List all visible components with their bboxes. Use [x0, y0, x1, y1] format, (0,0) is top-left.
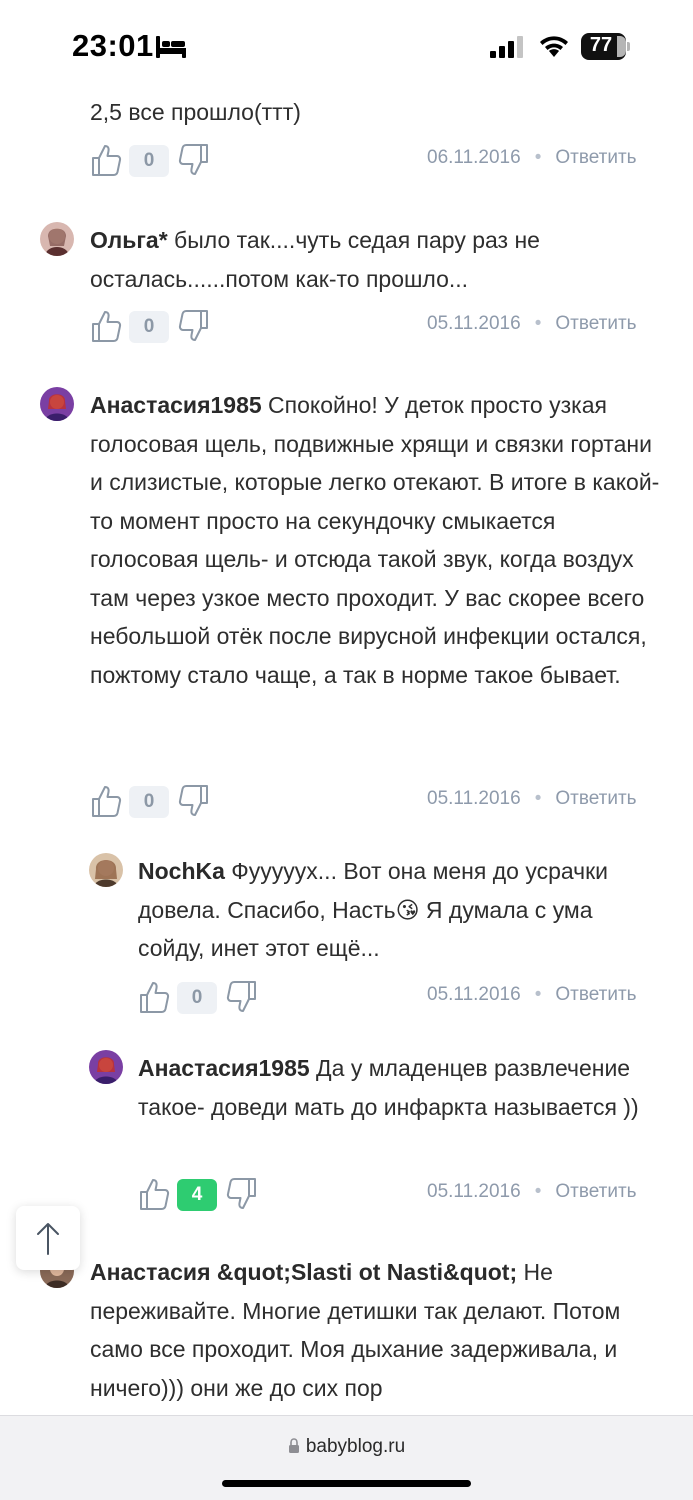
comment-date: 05.11.2016 [427, 984, 521, 1005]
status-bar: 23:01 77 [0, 0, 693, 96]
comment-text: NochKa Фууууух... Вот она меня до усрачк… [138, 852, 658, 968]
comment-text: 2,5 все прошло(ттт) [90, 93, 660, 132]
comment-meta: 06.11.2016 • Ответить [427, 147, 637, 169]
meta-separator: • [534, 1181, 542, 1202]
comment-actions: 4 05.11.2016 • Ответить [138, 1177, 660, 1217]
status-time: 23:01 [72, 28, 154, 63]
comment-meta: 05.11.2016 • Ответить [427, 1181, 637, 1203]
signal-icon [490, 36, 526, 63]
reply-link[interactable]: Ответить [555, 313, 636, 334]
comment-author[interactable]: Ольга* [90, 227, 168, 253]
comments-feed: 2,5 все прошло(ттт) 0 06.11.2016 • Ответит… [0, 0, 693, 1415]
comment-author[interactable]: NochKa [138, 858, 225, 884]
reply-link[interactable]: Ответить [555, 788, 636, 809]
comment-text: Ольга* было так....чуть седая пару раз н… [90, 221, 660, 298]
vote-score: 0 [129, 145, 169, 177]
comment-author[interactable]: Анастасия1985 [90, 392, 262, 418]
meta-separator: • [534, 984, 542, 1005]
comment-text: Анастасия1985 Спокойно! У деток просто у… [90, 386, 660, 694]
address-bar[interactable]: babyblog.ru [0, 1436, 693, 1460]
lock-icon [288, 1438, 300, 1460]
browser-bottom-bar: babyblog.ru [0, 1415, 693, 1500]
thumbs-down-icon[interactable] [178, 784, 212, 820]
meta-separator: • [534, 788, 542, 809]
comment-date: 05.11.2016 [427, 788, 521, 809]
avatar[interactable] [40, 222, 74, 256]
wifi-icon [537, 33, 571, 64]
comment-body: Спокойно! У деток просто узкая голосовая… [90, 392, 660, 688]
comment-date: 06.11.2016 [427, 147, 521, 168]
thumbs-up-icon[interactable] [90, 143, 124, 179]
home-indicator[interactable] [222, 1480, 471, 1487]
reply-link[interactable]: Ответить [555, 147, 636, 168]
battery-indicator: 77 [581, 33, 630, 60]
thumbs-down-icon[interactable] [178, 309, 212, 345]
comment-text: Анастасия1985 Да у младенцев развлечение… [138, 1049, 658, 1126]
comment-author[interactable]: Анастасия &quot;Slasti ot Nasti&quot; [90, 1259, 517, 1285]
thumbs-down-icon[interactable] [226, 980, 260, 1016]
comment-author[interactable]: Анастасия1985 [138, 1055, 310, 1081]
vote-score: 4 [177, 1179, 217, 1211]
thumbs-up-icon[interactable] [90, 784, 124, 820]
avatar[interactable] [89, 1050, 123, 1084]
comment-actions: 0 06.11.2016 • Ответить [90, 143, 660, 183]
vote-score: 0 [129, 786, 169, 818]
thumbs-up-icon[interactable] [138, 980, 172, 1016]
comment-date: 05.11.2016 [427, 1181, 521, 1202]
avatar[interactable] [89, 853, 123, 887]
thumbs-down-icon[interactable] [178, 143, 212, 179]
comment-meta: 05.11.2016 • Ответить [427, 313, 637, 335]
reply-link[interactable]: Ответить [555, 984, 636, 1005]
avatar[interactable] [40, 387, 74, 421]
comment-body: 2,5 все прошло(ттт) [90, 99, 301, 125]
thumbs-up-icon[interactable] [138, 1177, 172, 1213]
scroll-to-top-button[interactable] [16, 1206, 80, 1270]
arrow-up-icon [37, 1223, 59, 1255]
bed-icon [155, 36, 187, 63]
url-text: babyblog.ru [305, 1436, 406, 1457]
comment-meta: 05.11.2016 • Ответить [427, 984, 637, 1006]
vote-score: 0 [177, 982, 217, 1014]
comment-actions: 0 05.11.2016 • Ответить [90, 784, 660, 824]
battery-level: 77 [589, 34, 613, 56]
meta-separator: • [534, 147, 542, 168]
comment-date: 05.11.2016 [427, 313, 521, 334]
comment-actions: 0 05.11.2016 • Ответить [138, 980, 660, 1020]
vote-score: 0 [129, 311, 169, 343]
kissing-face-emoji: 😘 [395, 896, 420, 923]
thumbs-down-icon[interactable] [226, 1177, 260, 1213]
comment-actions: 0 05.11.2016 • Ответить [90, 309, 660, 349]
meta-separator: • [534, 313, 542, 334]
comment-text: Анастасия &quot;Slasti ot Nasti&quot; Не… [90, 1253, 660, 1407]
thumbs-up-icon[interactable] [90, 309, 124, 345]
battery-tip [627, 42, 630, 51]
reply-link[interactable]: Ответить [555, 1181, 636, 1202]
comment-meta: 05.11.2016 • Ответить [427, 788, 637, 810]
